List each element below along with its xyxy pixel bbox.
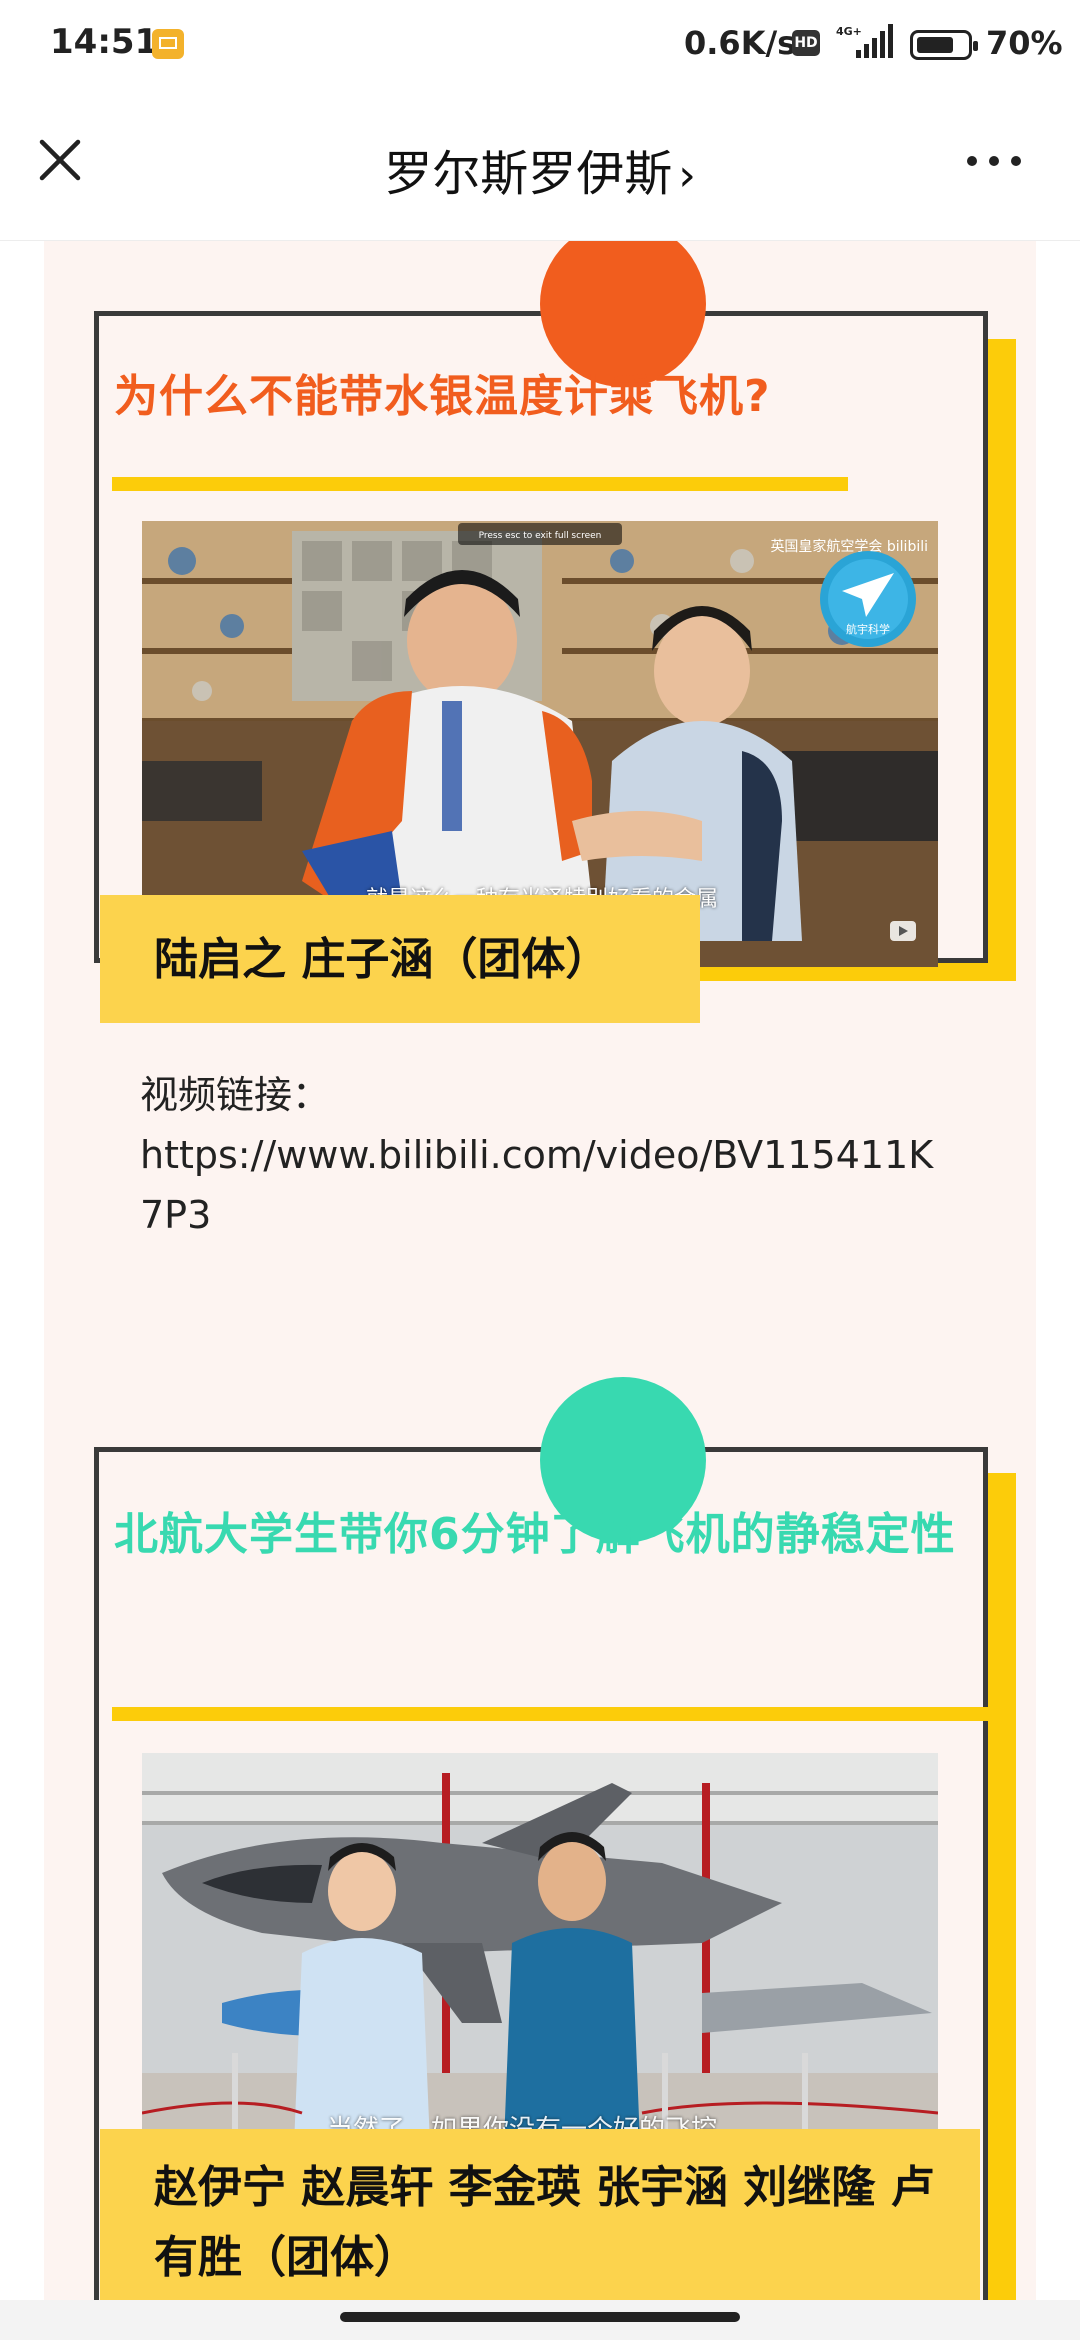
video-card-2: 北航大学生带你6分钟了解飞机的静稳定性 赵伊宁 赵晨轩 李金瑛 张宇涵 刘继隆 … — [0, 241, 1080, 2301]
card-title: 北航大学生带你6分钟了解飞机的静稳定性 — [114, 1509, 956, 1560]
article-content[interactable]: 为什么不能带水银温度计乘飞机? Press esc to exit full s… — [0, 241, 1080, 2301]
signal-icon: 4G+ — [836, 24, 893, 58]
battery-icon — [910, 30, 978, 60]
status-time: 14:51 — [50, 22, 159, 62]
network-speed: 0.6K/s — [684, 24, 797, 62]
video-thumbnail[interactable]: 当然了，如果你没有一个好的飞控 — [142, 1753, 938, 2193]
home-indicator[interactable] — [340, 2312, 740, 2322]
title-underline — [112, 1707, 988, 1721]
title-bar: 罗尔斯罗伊斯 › — [0, 90, 1080, 241]
page-title-text: 罗尔斯罗伊斯 — [384, 146, 673, 202]
network-type: 4G+ — [836, 25, 862, 38]
page-title[interactable]: 罗尔斯罗伊斯 › — [0, 134, 1080, 204]
hd-icon: HD — [792, 30, 820, 56]
chevron-right-icon: › — [678, 150, 696, 201]
status-bar: 14:51 0.6K/s HD 4G+ 70% — [0, 0, 1080, 90]
more-icon[interactable] — [964, 146, 1024, 176]
battery-percent: 70% — [986, 24, 1063, 62]
card-caption: 赵伊宁 赵晨轩 李金瑛 张宇涵 刘继隆 卢有胜（团体） — [154, 2162, 935, 2283]
mail-notification-icon — [152, 29, 184, 59]
